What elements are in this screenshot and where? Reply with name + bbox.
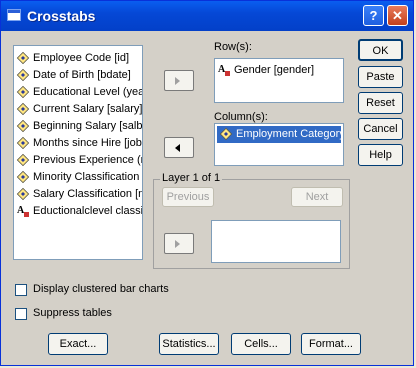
next-layer-button[interactable]: Next — [291, 187, 343, 207]
layer-label: Layer 1 of 1 — [160, 172, 223, 184]
arrow-left-icon — [175, 144, 180, 152]
arrow-right-icon — [175, 240, 180, 248]
scale-variable-icon — [16, 153, 30, 167]
nominal-variable-icon: A — [218, 64, 230, 76]
scale-variable-icon — [16, 51, 30, 65]
columns-label: Column(s): — [214, 111, 268, 123]
column-variable-item[interactable]: Employment Category [ — [217, 126, 343, 143]
crosstabs-dialog: Crosstabs ? ✕ Employee Code [id] Date of… — [0, 0, 414, 366]
scale-variable-icon — [16, 187, 30, 201]
reset-button[interactable]: Reset — [358, 92, 403, 114]
scale-variable-icon — [16, 170, 30, 184]
previous-layer-button[interactable]: Previous — [162, 187, 214, 207]
cells-button[interactable]: Cells... — [231, 333, 291, 355]
suppress-tables-label: Suppress tables — [33, 307, 112, 319]
scale-variable-icon — [16, 102, 30, 116]
window-title: Crosstabs — [27, 8, 96, 24]
window-icon — [7, 9, 21, 21]
help-button[interactable]: Help — [358, 144, 403, 166]
clustered-bar-label: Display clustered bar charts — [33, 283, 169, 295]
move-from-columns-button[interactable] — [164, 137, 194, 158]
cancel-button[interactable]: Cancel — [358, 118, 403, 140]
exact-button[interactable]: Exact... — [48, 333, 108, 355]
source-variable-list[interactable]: Employee Code [id] Date of Birth [bdate]… — [13, 45, 143, 260]
paste-button[interactable]: Paste — [358, 66, 403, 88]
title-bar[interactable]: Crosstabs ? ✕ — [1, 1, 413, 31]
statistics-button[interactable]: Statistics... — [159, 333, 219, 355]
nominal-variable-icon: A — [17, 205, 29, 217]
title-help-button[interactable]: ? — [363, 5, 384, 26]
suppress-tables-checkbox[interactable] — [15, 308, 27, 320]
scale-variable-icon — [16, 85, 30, 99]
rows-list[interactable]: A Gender [gender] — [214, 58, 344, 103]
move-to-rows-button[interactable] — [164, 70, 194, 91]
scale-variable-icon — [16, 136, 30, 150]
layer-list[interactable] — [211, 220, 341, 263]
move-to-layer-button[interactable] — [164, 233, 194, 254]
clustered-bar-checkbox[interactable] — [15, 284, 27, 296]
format-button[interactable]: Format... — [301, 333, 361, 355]
rows-label: Row(s): — [214, 41, 252, 53]
ok-button[interactable]: OK — [358, 39, 403, 61]
title-close-button[interactable]: ✕ — [387, 5, 408, 26]
scale-variable-icon — [16, 68, 30, 82]
scale-variable-icon — [16, 119, 30, 133]
columns-list[interactable]: Employment Category [ — [214, 123, 344, 166]
scale-variable-icon — [219, 127, 233, 141]
arrow-right-icon — [175, 77, 180, 85]
